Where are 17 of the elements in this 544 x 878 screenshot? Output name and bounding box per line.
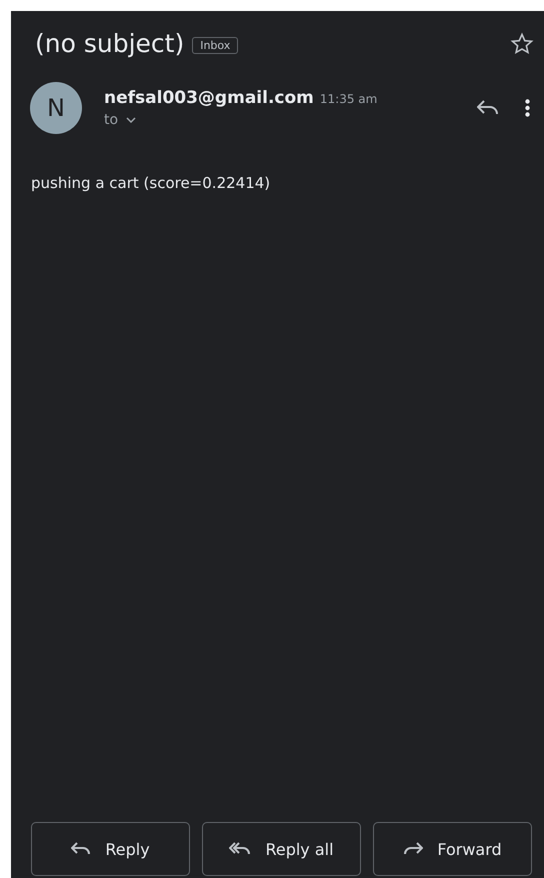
reply-all-button[interactable]: Reply all (202, 822, 361, 876)
inbox-label[interactable]: Inbox (192, 37, 238, 54)
more-options-icon[interactable] (525, 99, 530, 117)
email-subject: (no subject) (35, 29, 184, 58)
sender-email: nefsal003@gmail.com (104, 88, 314, 108)
reply-button[interactable]: Reply (31, 822, 190, 876)
reply-icon (71, 842, 92, 856)
message-time: 11:35 am (320, 92, 378, 106)
forward-button[interactable]: Forward (373, 822, 532, 876)
star-icon[interactable] (510, 32, 534, 56)
sender-avatar: N (30, 82, 82, 134)
reply-all-icon (229, 842, 252, 856)
chevron-down-icon[interactable] (126, 117, 136, 123)
forward-icon (403, 842, 424, 856)
recipient-label: to (104, 112, 118, 128)
message-body: pushing a cart (score=0.22414) (30, 173, 272, 192)
reply-icon[interactable] (477, 100, 499, 116)
